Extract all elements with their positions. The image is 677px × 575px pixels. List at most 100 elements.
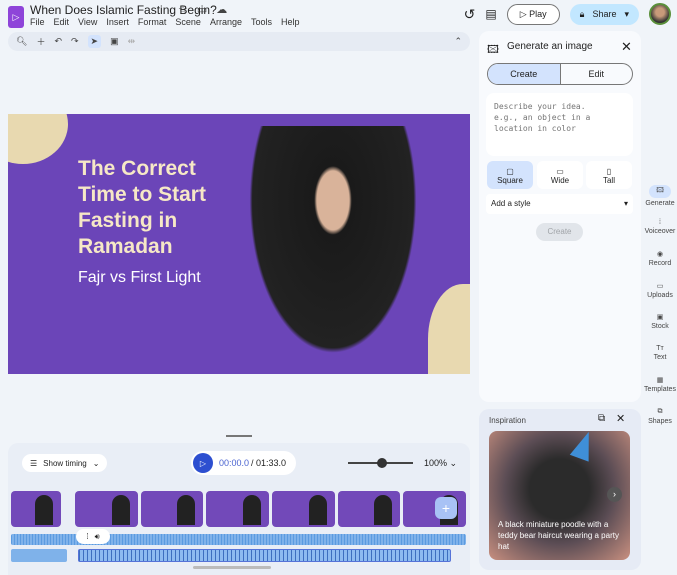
slide-canvas[interactable]: The Correct Time to Start Fasting in Ram… — [8, 114, 470, 374]
search-icon[interactable]: 🔍︎ — [16, 36, 27, 47]
scene-thumbnail[interactable] — [11, 491, 62, 527]
redo-icon[interactable]: ↷ — [71, 36, 79, 47]
prompt-input[interactable] — [486, 93, 633, 156]
lock-icon: 🔒︎ — [579, 8, 585, 19]
add-icon[interactable]: ＋ — [36, 35, 45, 48]
inspiration-image[interactable]: › A black miniature poodle with a teddy … — [489, 431, 630, 560]
background-icon[interactable]: ▣ — [110, 36, 119, 47]
toolbar: 🔍︎ ＋ ↶ ↷ ➤ ▣ ⇹ ⌃ — [8, 32, 470, 51]
rail-shapes[interactable]: ⧉ Shapes — [643, 401, 677, 433]
menu-help[interactable]: Help — [281, 17, 300, 27]
cloud-icon: ☁ — [216, 4, 228, 16]
total-time: / 01:33.0 — [251, 458, 287, 468]
select-icon[interactable]: ➤ — [87, 35, 102, 48]
share-label: Share — [592, 8, 617, 19]
show-timing-dropdown[interactable]: ☰ Show timing ⌄ — [22, 454, 108, 472]
presenter-image — [238, 126, 428, 374]
rail-voiceover[interactable]: ⁞ Voiceover — [643, 212, 677, 244]
share-button[interactable]: 🔒︎ Share ▾ — [569, 3, 639, 25]
shapes-icon: ⧉ — [657, 407, 663, 415]
audio-clip[interactable] — [11, 549, 67, 562]
stock-icon: ▣ — [656, 314, 664, 322]
collapse-icon[interactable]: ⌃ — [454, 36, 462, 47]
zoom-dropdown[interactable]: 100% ⌄ — [424, 458, 457, 469]
menu-tools[interactable]: Tools — [251, 17, 272, 27]
rail-label: Record — [648, 260, 672, 268]
text-icon: Tт — [656, 345, 664, 353]
shape-tall-button[interactable]: ▯ Tall — [586, 161, 632, 189]
rail-label: Text — [653, 354, 667, 362]
undo-icon[interactable]: ↶ — [54, 36, 62, 47]
avatar[interactable] — [649, 3, 671, 25]
generate-image-panel: 🖾 Generate an image ✕ CreateEdit ▢Square… — [479, 31, 641, 402]
scene-thumbnail[interactable] — [140, 491, 204, 527]
voiceover-track[interactable] — [78, 549, 451, 562]
rail-templates[interactable]: ▦ Templates — [643, 369, 677, 401]
square-icon: ▢ — [506, 167, 514, 176]
close-icon[interactable]: ✕ — [621, 39, 632, 55]
chevron-down-icon[interactable]: ▾ — [624, 9, 629, 20]
inspiration-card: Inspiration ⧉ ✕ › A black miniature pood… — [479, 409, 641, 570]
rail-uploads[interactable]: ▭ Uploads — [643, 275, 677, 307]
rail-label: Voiceover — [644, 228, 676, 236]
rail-text[interactable]: Tт Text — [643, 338, 677, 370]
slide-heading: The Correct Time to Start Fasting in Ram… — [78, 157, 206, 258]
play-icon[interactable]: ▷ — [193, 453, 213, 473]
scene-thumbnail[interactable] — [75, 491, 138, 527]
generate-icon: 🖾 — [487, 44, 499, 56]
tab-edit[interactable]: Edit — [561, 64, 633, 84]
rail-record[interactable]: ◉ Record — [643, 243, 677, 275]
next-arrow-icon[interactable]: › — [607, 487, 622, 502]
audio-controls: ⁞ 🔊︎ — [76, 529, 110, 544]
menu-scene[interactable]: Scene — [175, 17, 201, 27]
add-scene-button[interactable]: + — [435, 497, 457, 519]
style-label: Add a style — [491, 199, 531, 208]
align-icon[interactable]: ⇹ — [128, 36, 136, 47]
inspiration-caption: A black miniature poodle with a teddy be… — [498, 520, 619, 551]
horizontal-scrollbar[interactable] — [193, 566, 271, 569]
chevron-down-icon: ⌄ — [92, 458, 100, 468]
star-icon[interactable]: ☆ — [178, 3, 188, 16]
close-icon[interactable]: ✕ — [616, 412, 625, 425]
menu-arrange[interactable]: Arrange — [210, 17, 242, 27]
rail-label: Stock — [651, 323, 669, 331]
timing-icon: ☰ — [30, 458, 38, 468]
history-icon[interactable]: ↺ — [464, 6, 476, 23]
style-dropdown[interactable]: Add a style ▾ — [486, 194, 633, 214]
rail-label: Uploads — [647, 291, 673, 299]
shape-square-button[interactable]: ▢ Square — [487, 161, 533, 189]
menu-bar: File Edit View Insert Format Scene Arrange Tool… — [30, 17, 300, 27]
copy-icon[interactable]: ⧉ — [598, 413, 605, 424]
rail-generate[interactable]: 🖾 Generate — [643, 180, 677, 212]
rail-label: Generate — [645, 199, 675, 207]
party-hat — [569, 431, 599, 462]
scene-thumbnail[interactable] — [337, 491, 401, 527]
comment-icon[interactable]: ▤ — [485, 7, 496, 21]
menu-insert[interactable]: Insert — [106, 17, 129, 27]
folder-icon[interactable]: ▭ — [197, 3, 207, 16]
scene-thumbnail[interactable] — [272, 491, 335, 527]
playback-control: ▷ 00:00.0/ 01:33.0 — [191, 451, 297, 475]
menu-view[interactable]: View — [78, 17, 97, 27]
scene-strip — [11, 491, 466, 527]
menu-edit[interactable]: Edit — [54, 17, 70, 27]
voice-icon[interactable]: ⁞ — [86, 532, 88, 541]
create-button[interactable]: Create — [536, 223, 583, 241]
rail-stock[interactable]: ▣ Stock — [643, 306, 677, 338]
play-button[interactable]: ▷ Play — [506, 3, 560, 25]
menu-format[interactable]: Format — [138, 17, 167, 27]
shape-wide-button[interactable]: ▭ Wide — [537, 161, 583, 189]
scene-thumbnail[interactable] — [206, 491, 270, 527]
zoom-slider-knob[interactable] — [377, 458, 388, 468]
volume-icon[interactable]: 🔊︎ — [95, 532, 100, 542]
zoom-value: 100% — [424, 458, 448, 468]
rail-label: Shapes — [648, 417, 672, 425]
show-timing-label: Show timing — [43, 458, 87, 468]
zoom-slider[interactable] — [348, 458, 413, 468]
tab-create[interactable]: Create — [488, 64, 561, 84]
current-time: 00:00.0 — [219, 458, 250, 468]
square-label: Square — [497, 176, 523, 185]
resize-handle[interactable] — [226, 435, 252, 437]
menu-file[interactable]: File — [30, 17, 45, 27]
generate-icon: 🖾 — [649, 184, 671, 198]
